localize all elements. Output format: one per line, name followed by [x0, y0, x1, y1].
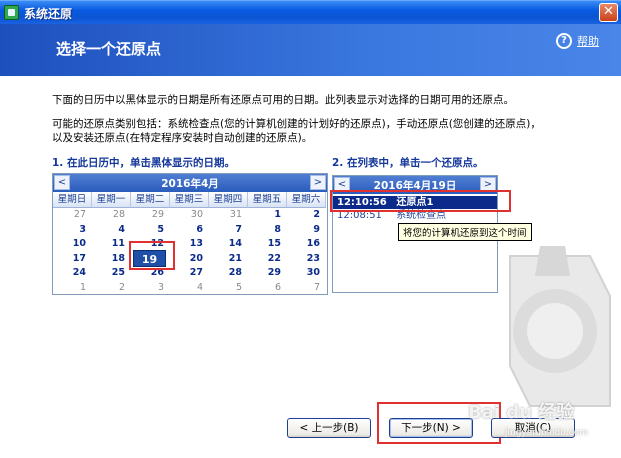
close-button[interactable]: ✕	[599, 3, 618, 22]
step-2-heading: 2. 在列表中，单击一个还原点。	[332, 157, 484, 169]
restore-point-name: 系统检查点	[396, 210, 447, 221]
calendar: < 2016年4月 > 星期日 星期一 星期二 星期三 星期四 星期五 星期六 …	[52, 173, 328, 295]
calendar-day-selected[interactable]: 19	[131, 249, 170, 267]
calendar-month-label: 2016年4月	[161, 178, 219, 190]
restore-point-name: 还原点1	[396, 197, 434, 208]
restore-point-header: < 2016年4月19日 >	[333, 176, 497, 194]
system-restore-window: 系统还原 ✕ 选择一个还原点 ? 帮助 下面的日历中以黑体显示的日期是所有还原点…	[0, 0, 621, 458]
calendar-day[interactable]: 8	[248, 223, 287, 238]
calendar-next-button[interactable]: >	[310, 175, 326, 190]
calendar-day[interactable]: 26	[131, 266, 170, 281]
calendar-day[interactable]: 3	[131, 281, 170, 296]
calendar-week: 24 25 26 27 28 29 30	[53, 266, 327, 281]
description-line-1: 下面的日历中以黑体显示的日期是所有还原点可用的日期。此列表显示对选择的日期可用的…	[52, 94, 514, 106]
system-restore-icon	[4, 5, 19, 20]
cancel-button[interactable]: 取消(C)	[491, 418, 575, 438]
help-icon: ?	[556, 33, 572, 49]
calendar-week: 3 4 5 6 7 8 9	[53, 223, 327, 238]
calendar-day[interactable]: 1	[248, 208, 287, 223]
restore-tooltip: 将您的计算机还原到这个时间	[398, 223, 532, 241]
calendar-week: 27 28 29 30 31 1 2	[53, 208, 327, 223]
restore-next-day-button[interactable]: >	[480, 177, 496, 192]
calendar-day[interactable]: 18	[92, 252, 131, 267]
calendar-day[interactable]: 14	[209, 237, 248, 252]
chevron-right-icon: >	[483, 179, 493, 190]
weekday-label: 星期三	[170, 192, 209, 208]
next-button[interactable]: 下一步(N) >	[389, 418, 473, 438]
calendar-day[interactable]: 21	[209, 252, 248, 267]
calendar-day[interactable]: 28	[92, 208, 131, 223]
restore-point-item-selected[interactable]: 12:10:56 还原点1	[333, 196, 497, 209]
calendar-day[interactable]: 22	[248, 252, 287, 267]
calendar-day[interactable]: 6	[170, 223, 209, 238]
close-icon: ✕	[603, 4, 614, 19]
calendar-day[interactable]: 4	[92, 223, 131, 238]
selected-day-label: 19	[133, 249, 166, 267]
weekday-label: 星期日	[53, 192, 92, 208]
calendar-week: 1 2 3 4 5 6 7	[53, 281, 327, 296]
calendar-day[interactable]: 7	[287, 281, 326, 296]
restore-point-time: 12:08:51	[337, 210, 382, 221]
calendar-day[interactable]: 15	[248, 237, 287, 252]
weekday-label: 星期四	[209, 192, 248, 208]
weekday-label: 星期六	[287, 192, 326, 208]
calendar-week: 10 11 12 13 14 15 16	[53, 237, 327, 252]
calendar-day[interactable]: 27	[53, 208, 92, 223]
calendar-day[interactable]: 27	[170, 266, 209, 281]
weekday-label: 星期五	[248, 192, 287, 208]
calendar-day[interactable]: 1	[53, 281, 92, 296]
help-link[interactable]: ? 帮助	[556, 33, 599, 49]
help-label: 帮助	[577, 35, 599, 48]
calendar-day[interactable]: 28	[209, 266, 248, 281]
chevron-right-icon: >	[313, 177, 323, 188]
calendar-day[interactable]: 25	[92, 266, 131, 281]
calendar-day[interactable]: 29	[131, 208, 170, 223]
calendar-day[interactable]: 31	[209, 208, 248, 223]
calendar-week: 17 18 19 20 21 22 23	[53, 249, 327, 267]
title-bar: 系统还原 ✕	[0, 0, 621, 24]
calendar-day[interactable]: 9	[287, 223, 326, 238]
calendar-day[interactable]: 3	[53, 223, 92, 238]
calendar-day[interactable]: 5	[209, 281, 248, 296]
description-line-2: 可能的还原点类别包括：系统检查点(您的计算机创建的计划好的还原点)，手动还原点(…	[52, 118, 541, 130]
step-1-heading: 1. 在此日历中，单击黑体显示的日期。	[52, 157, 235, 169]
calendar-day[interactable]: 13	[170, 237, 209, 252]
calendar-weekday-row: 星期日 星期一 星期二 星期三 星期四 星期五 星期六	[53, 192, 327, 208]
calendar-day[interactable]: 10	[53, 237, 92, 252]
calendar-day[interactable]: 2	[92, 281, 131, 296]
restore-point-item[interactable]: 12:08:51 系统检查点	[333, 209, 497, 222]
calendar-day[interactable]: 17	[53, 252, 92, 267]
calendar-day[interactable]: 11	[92, 237, 131, 252]
weekday-label: 星期二	[131, 192, 170, 208]
description-line-3: 以及安装还原点(在特定程序安装时自动创建的还原点)。	[52, 132, 313, 144]
calendar-grid: 27 28 29 30 31 1 2 3 4 5 6 7 8 9 10 11 1…	[53, 208, 327, 296]
back-button[interactable]: < 上一步(B)	[287, 418, 371, 438]
window-title: 系统还原	[24, 7, 73, 21]
calendar-day[interactable]: 23	[287, 252, 326, 267]
calendar-day[interactable]: 2	[287, 208, 326, 223]
calendar-header: < 2016年4月 >	[53, 174, 327, 192]
calendar-day[interactable]: 24	[53, 266, 92, 281]
weekday-label: 星期一	[92, 192, 131, 208]
header-band: 选择一个还原点 ? 帮助	[0, 24, 621, 76]
calendar-day[interactable]: 6	[248, 281, 287, 296]
restore-point-time: 12:10:56	[337, 197, 387, 208]
calendar-day[interactable]: 29	[248, 266, 287, 281]
restore-point-date: 2016年4月19日	[373, 180, 457, 192]
calendar-day[interactable]: 7	[209, 223, 248, 238]
calendar-day[interactable]: 30	[287, 266, 326, 281]
calendar-day[interactable]: 5	[131, 223, 170, 238]
calendar-day[interactable]: 4	[170, 281, 209, 296]
calendar-day[interactable]: 30	[170, 208, 209, 223]
page-title: 选择一个还原点	[56, 40, 162, 58]
restore-point-list: 12:10:56 还原点1 12:08:51 系统检查点	[333, 196, 497, 222]
calendar-day[interactable]: 16	[287, 237, 326, 252]
calendar-day[interactable]: 20	[170, 252, 209, 267]
